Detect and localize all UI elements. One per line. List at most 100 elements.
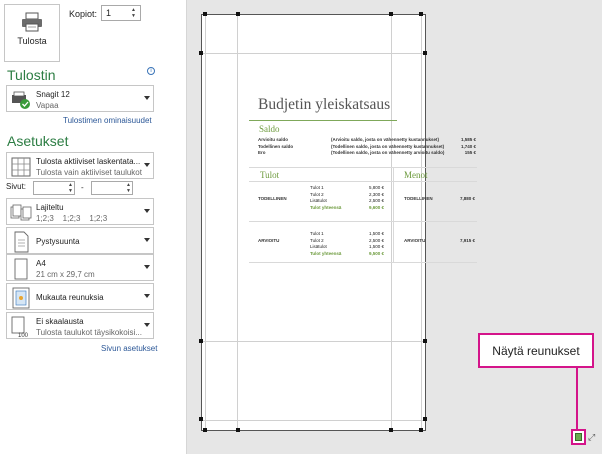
pages-to-separator: - bbox=[81, 183, 84, 192]
section-divider bbox=[249, 167, 477, 168]
pages-to-input[interactable]: ▲ ▼ bbox=[91, 181, 133, 195]
margin-handle[interactable] bbox=[199, 417, 203, 421]
expense-amount: 7,915 € bbox=[455, 238, 475, 245]
margin-line-left[interactable] bbox=[237, 15, 238, 430]
show-margins-callout: Näytä reunukset bbox=[478, 333, 594, 368]
saldo-heading: Saldo bbox=[259, 124, 280, 134]
margin-handle[interactable] bbox=[423, 51, 427, 55]
margin-handle[interactable] bbox=[423, 417, 427, 421]
orientation-value: Pystysuunta bbox=[36, 237, 80, 246]
income-row-amount: 1,500 € bbox=[368, 231, 384, 236]
margin-line-bottom-edge[interactable] bbox=[202, 420, 425, 421]
saldo-amount: 155 € bbox=[464, 150, 476, 155]
sheet-grid-icon bbox=[11, 157, 31, 177]
income-block-type: ARVIOITU bbox=[258, 238, 280, 243]
collate-dropdown[interactable]: Lajiteltu 1;2;3 1;2;3 1;2;3 bbox=[6, 198, 154, 225]
spin-down-icon[interactable]: ▼ bbox=[131, 13, 139, 19]
saldo-note: (Arvioitu saldo, josta on vähennetty kus… bbox=[331, 137, 440, 142]
margins-dropdown[interactable]: Mukauta reunuksia bbox=[6, 283, 154, 310]
saldo-amounts: 1,585 € 1,740 € 155 € bbox=[454, 137, 476, 157]
printer-section-title: Tulostin bbox=[7, 67, 56, 83]
income-total-label: Tulot yhteensä bbox=[310, 250, 342, 256]
copies-spinner[interactable]: ▲ ▼ bbox=[131, 7, 139, 19]
print-scope-dropdown[interactable]: Tulosta aktiiviset laskentata... Tulosta… bbox=[6, 152, 154, 179]
margin-line-right[interactable] bbox=[391, 15, 392, 430]
income-rows: Tulot 1 Tulot 2 Lisätulot Tulot yhteensä bbox=[310, 185, 341, 211]
saldo-label: Ero bbox=[258, 150, 266, 155]
expense-block-type: TODELLINEN bbox=[404, 196, 433, 201]
margin-handle[interactable] bbox=[389, 428, 393, 432]
show-margins-button[interactable] bbox=[571, 429, 586, 445]
margin-handle[interactable] bbox=[236, 428, 240, 432]
margins-value: Mukauta reunuksia bbox=[36, 293, 104, 302]
margin-handle[interactable] bbox=[236, 12, 240, 16]
margin-handle[interactable] bbox=[203, 428, 207, 432]
income-amounts: 1,500 € 2,500 € 1,500 € 9,500 € bbox=[367, 231, 384, 257]
show-margins-icon bbox=[575, 433, 582, 441]
print-scope-sub: Tulosta vain aktiiviset taulukot bbox=[36, 168, 142, 177]
section-divider bbox=[249, 262, 477, 263]
income-row-amount: 1,500 € bbox=[368, 244, 384, 249]
callout-connector bbox=[576, 368, 578, 429]
expense-amount-value: 7,915 € bbox=[459, 238, 475, 243]
income-row-amount: 5,800 € bbox=[368, 185, 384, 190]
expense-block-label: ARVIOITU bbox=[404, 238, 425, 245]
expense-amount: 7,880 € bbox=[455, 196, 475, 203]
collate-icon bbox=[10, 204, 32, 221]
saldo-label: Arvioitu saldo bbox=[258, 137, 289, 142]
section-divider bbox=[249, 181, 477, 182]
page-setup-link[interactable]: Sivun asetukset bbox=[101, 344, 157, 353]
margin-handle[interactable] bbox=[419, 12, 423, 16]
print-preview-area: Budjetin yleiskatsaus Saldo Arvioitu sal… bbox=[187, 0, 602, 454]
print-settings-pane: Tulosta Kopiot: 1 ▲ ▼ Tulostin i Snagit … bbox=[0, 0, 170, 454]
copies-input[interactable]: 1 ▲ ▼ bbox=[101, 5, 141, 21]
expenses-heading: Menot bbox=[404, 170, 428, 180]
printer-name: Snagit 12 bbox=[36, 90, 70, 99]
scaling-dropdown[interactable]: 100 Ei skaalausta Tulosta taulukot täysi… bbox=[6, 312, 154, 339]
paper-size-main: A4 bbox=[36, 259, 46, 268]
income-total: 9,600 € bbox=[368, 204, 384, 210]
info-icon[interactable]: i bbox=[147, 67, 155, 75]
section-divider bbox=[249, 221, 477, 222]
print-button[interactable]: Tulosta bbox=[4, 4, 60, 62]
scaling-main: Ei skaalausta bbox=[36, 317, 84, 326]
scaling-icon: 100 bbox=[11, 316, 29, 338]
pages-from-spinner[interactable]: ▲ ▼ bbox=[68, 182, 73, 194]
printer-status: Vapaa bbox=[36, 101, 59, 110]
expense-block-label: TODELLINEN bbox=[404, 196, 433, 203]
dropdown-arrow-icon bbox=[144, 293, 150, 298]
margin-line-right-edge[interactable] bbox=[421, 15, 422, 430]
paper-size-icon bbox=[14, 258, 28, 280]
pages-to-spinner[interactable]: ▲ ▼ bbox=[126, 182, 131, 194]
print-button-label: Tulosta bbox=[17, 36, 47, 46]
collate-sub: 1;2;3 1;2;3 1;2;3 bbox=[36, 214, 108, 223]
income-heading: Tulot bbox=[260, 170, 280, 180]
income-total: 9,500 € bbox=[368, 250, 384, 256]
paper-size-dropdown[interactable]: A4 21 cm x 29,7 cm bbox=[6, 254, 154, 281]
copies-label: Kopiot: bbox=[69, 9, 98, 19]
margin-handle[interactable] bbox=[203, 12, 207, 16]
orientation-dropdown[interactable]: Pystysuunta bbox=[6, 227, 154, 254]
margin-line-bottom[interactable] bbox=[202, 341, 425, 342]
margin-handle[interactable] bbox=[423, 339, 427, 343]
income-block-label: TODELLINEN bbox=[258, 196, 287, 203]
saldo-labels: Arvioitu saldo Todellinen saldo Ero bbox=[258, 137, 293, 157]
margin-line-top[interactable] bbox=[202, 53, 425, 54]
margin-handle[interactable] bbox=[419, 428, 423, 432]
margin-handle[interactable] bbox=[199, 339, 203, 343]
zoom-to-page-icon[interactable]: ⤢ bbox=[588, 432, 598, 442]
printer-properties-link[interactable]: Tulostimen ominaisuudet bbox=[63, 116, 152, 125]
income-block-label: ARVIOITU bbox=[258, 238, 279, 245]
dropdown-arrow-icon bbox=[144, 264, 150, 269]
callout-text: Näytä reunukset bbox=[492, 343, 580, 358]
pages-from-input[interactable]: ▲ ▼ bbox=[33, 181, 75, 195]
saldo-notes: (Arvioitu saldo, josta on vähennetty kus… bbox=[331, 137, 444, 157]
pages-row: Sivut: ▲ ▼ - ▲ ▼ bbox=[6, 181, 166, 196]
margin-handle[interactable] bbox=[389, 12, 393, 16]
printer-icon bbox=[22, 12, 42, 32]
printer-dropdown[interactable]: Snagit 12 Vapaa bbox=[6, 85, 154, 112]
dropdown-arrow-icon bbox=[144, 95, 150, 100]
expense-block-type: ARVIOITU bbox=[404, 238, 426, 243]
margin-handle[interactable] bbox=[199, 51, 203, 55]
margin-line-left-edge[interactable] bbox=[205, 15, 206, 430]
